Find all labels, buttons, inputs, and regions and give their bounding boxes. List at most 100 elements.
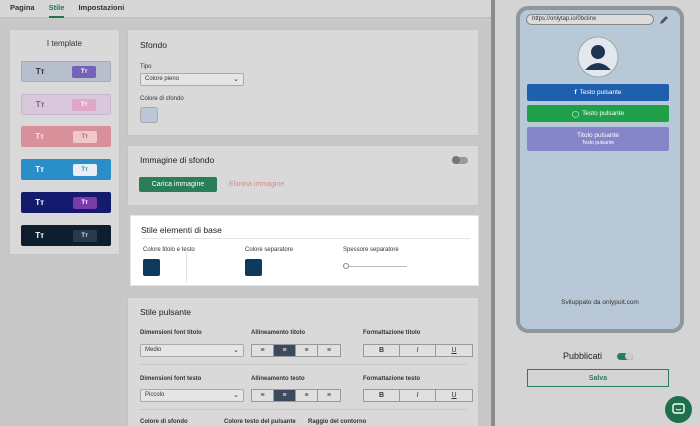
align-right-icon[interactable]: ≡ (296, 390, 318, 401)
background-image-section: Immagine di sfondo Carica immagine Elimi… (127, 145, 479, 206)
template-button-preview: Tт (72, 163, 97, 176)
background-color-swatch[interactable] (140, 107, 158, 123)
chat-widget-button[interactable] (665, 396, 692, 423)
title-alignment-control: ≡ ≡ ≡ ≡ (251, 344, 341, 357)
template-6[interactable]: Tт Tт (21, 225, 111, 246)
title-format-label: Formattazione titolo (363, 330, 421, 336)
text-alignment-control: ≡ ≡ ≡ ≡ (251, 389, 341, 402)
background-image-toggle[interactable] (452, 156, 468, 164)
whatsapp-icon: ◯ (571, 110, 580, 118)
tab-impostazioni[interactable]: Impostazioni (78, 0, 124, 18)
text-alignment-label: Allineamento testo (251, 376, 305, 382)
template-button-preview: Tт (72, 229, 97, 242)
templates-panel: I template Tт Tт Tт Tт Tт Tт Tт Tт Tт Tт Tт Tт (9, 29, 120, 255)
template-5[interactable]: Tт Tт (21, 192, 111, 213)
template-1[interactable]: Tт Tт (21, 61, 111, 82)
button-label: Testo pulsante (579, 89, 622, 96)
template-button-preview: Tт (72, 98, 97, 111)
button-style-section: Stile pulsante Dimensioni font titolo Al… (127, 297, 479, 426)
base-elements-section: Stile elementi di base Colore titolo e t… (130, 215, 479, 286)
select-value: Medio (145, 347, 162, 353)
templates-title: I template (46, 39, 83, 48)
remove-image-link[interactable]: Elimina immagine (229, 181, 284, 188)
title-format-control: BIU (363, 344, 473, 357)
custom-link-button[interactable]: Titolo pulsante Testo pulsante (527, 127, 669, 151)
template-glyph: Tт (35, 198, 45, 207)
avatar-icon (577, 36, 619, 78)
template-glyph: Tт (35, 165, 45, 174)
button-label: Testo pulsante (582, 110, 625, 117)
divider (140, 409, 467, 410)
tab-pagina[interactable]: Pagina (10, 0, 35, 18)
upload-image-button[interactable]: Carica immagine (139, 177, 217, 192)
italic-button[interactable]: I (400, 345, 436, 356)
underline-button[interactable]: U (436, 390, 472, 401)
template-glyph: Tт (35, 231, 45, 240)
whatsapp-link-button[interactable]: ◯ Testo pulsante (527, 105, 669, 122)
text-format-label: Formattazione testo (363, 376, 421, 382)
align-left-icon[interactable]: ≡ (252, 390, 274, 401)
button-text-color-label: Colore testo del pulsante (224, 419, 296, 425)
background-color-label: Colore di sfondo (140, 96, 184, 102)
divider (141, 238, 470, 239)
thickness-slider-handle[interactable] (343, 263, 349, 269)
align-justify-icon[interactable]: ≡ (318, 390, 340, 401)
chat-icon (672, 403, 685, 414)
template-3[interactable]: Tт Tт (21, 126, 111, 147)
align-left-icon[interactable]: ≡ (252, 345, 274, 356)
separator-color-label: Colore separatore (245, 247, 294, 253)
align-center-icon[interactable]: ≡ (274, 345, 296, 356)
select-value: Colore pieno (145, 76, 180, 82)
align-justify-icon[interactable]: ≡ (318, 345, 340, 356)
template-glyph: Tт (35, 67, 45, 76)
thickness-slider-track[interactable] (345, 266, 407, 267)
template-button-preview: Tт (72, 65, 97, 78)
button-bg-label: Colore di sfondo (140, 419, 188, 425)
base-elements-title: Stile elementi di base (141, 225, 222, 235)
chevron-down-icon: ⌄ (233, 347, 239, 354)
background-image-title: Immagine di sfondo (140, 155, 215, 165)
bold-button[interactable]: B (364, 390, 400, 401)
italic-button[interactable]: I (400, 390, 436, 401)
chevron-down-icon: ⌄ (233, 392, 239, 399)
template-button-preview: Tт (72, 130, 97, 143)
select-value: Piccolo (145, 392, 165, 398)
facebook-icon: f (574, 89, 577, 96)
bold-button[interactable]: B (364, 345, 400, 356)
tab-bar: Pagina Stile Impostazioni (0, 0, 495, 18)
save-button[interactable]: Salva (527, 369, 669, 387)
url-bar[interactable]: https://onlytap.io/0bclirw (526, 14, 654, 25)
divider (140, 364, 467, 365)
template-2[interactable]: Tт Tт (21, 94, 111, 115)
background-section: Sfondo Tipo Colore pieno ⌄ Colore di sfon… (127, 29, 479, 136)
separator-thickness-label: Spessore separatore (343, 247, 399, 253)
align-right-icon[interactable]: ≡ (296, 345, 318, 356)
align-center-icon[interactable]: ≡ (274, 390, 296, 401)
font-title-size-select[interactable]: Medio ⌄ (140, 344, 244, 357)
text-format-control: BIU (363, 389, 473, 402)
background-type-select[interactable]: Colore pieno ⌄ (140, 73, 244, 86)
background-title: Sfondo (140, 40, 167, 50)
custom-button-subtitle: Testo pulsante (581, 140, 615, 146)
title-color-swatch[interactable] (143, 259, 160, 276)
type-label: Tipo (140, 64, 152, 70)
divider (186, 252, 187, 282)
font-title-size-label: Dimensioni font titolo (140, 330, 202, 336)
title-alignment-label: Allineamento titolo (251, 330, 305, 336)
font-text-size-select[interactable]: Piccolo ⌄ (140, 389, 244, 402)
tab-stile[interactable]: Stile (48, 0, 65, 18)
toggle-knob (452, 156, 460, 164)
chevron-down-icon: ⌄ (233, 76, 239, 83)
font-text-size-label: Dimensioni font testo (140, 376, 202, 382)
facebook-link-button[interactable]: f Testo pulsante (527, 84, 669, 101)
template-glyph: Tт (35, 100, 45, 109)
footer-credit: Sviluppato da onlypult.com (561, 299, 639, 306)
underline-button[interactable]: U (436, 345, 472, 356)
separator-color-swatch[interactable] (245, 259, 262, 276)
custom-button-title: Titolo pulsante (576, 132, 620, 139)
template-4[interactable]: Tт Tт (21, 159, 111, 180)
edit-icon[interactable] (659, 15, 669, 25)
publish-toggle[interactable] (617, 352, 633, 360)
border-radius-label: Raggio del contorno (308, 419, 367, 425)
toggle-knob (625, 352, 633, 360)
